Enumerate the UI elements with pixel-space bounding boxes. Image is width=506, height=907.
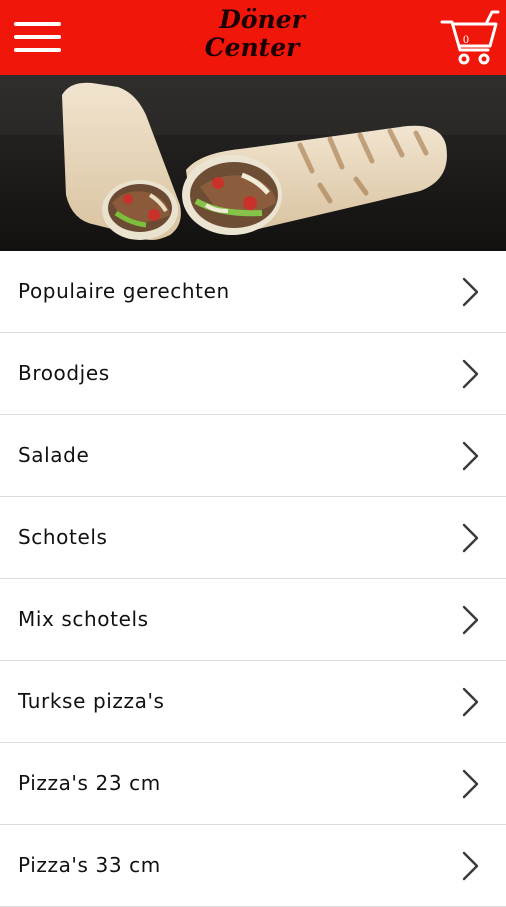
chevron-right-icon (462, 441, 479, 471)
category-label: Populaire gerechten (18, 279, 230, 303)
category-item-pizzas-23-cm[interactable]: Pizza's 23 cm (0, 743, 506, 825)
category-label: Turkse pizza's (18, 689, 165, 713)
category-item-turkse-pizzas[interactable]: Turkse pizza's (0, 661, 506, 743)
chevron-right-icon (462, 605, 479, 635)
category-label: Broodjes (18, 361, 110, 385)
top-bar: Döner Center 0 (0, 0, 506, 75)
cart-button[interactable]: 0 (440, 10, 500, 68)
chevron-right-icon (462, 359, 479, 389)
hamburger-menu-icon[interactable] (14, 22, 61, 52)
chevron-right-icon (462, 851, 479, 881)
category-item-salade[interactable]: Salade (0, 415, 506, 497)
category-item-schotels[interactable]: Schotels (0, 497, 506, 579)
logo[interactable]: Döner Center (205, 6, 305, 68)
chevron-right-icon (462, 769, 479, 799)
category-label: Schotels (18, 525, 108, 549)
category-label: Mix schotels (18, 607, 149, 631)
category-item-populaire-gerechten[interactable]: Populaire gerechten (0, 251, 506, 333)
category-item-broodjes[interactable]: Broodjes (0, 333, 506, 415)
cart-count-badge: 0 (463, 32, 469, 46)
category-item-pizzas-33-cm[interactable]: Pizza's 33 cm (0, 825, 506, 907)
category-label: Pizza's 33 cm (18, 853, 161, 877)
category-label: Pizza's 23 cm (18, 771, 161, 795)
logo-text-center: Center (204, 33, 300, 62)
chevron-right-icon (462, 687, 479, 717)
category-label: Salade (18, 443, 90, 467)
logo-text-doner: Döner (219, 5, 305, 34)
category-item-mix-schotels[interactable]: Mix schotels (0, 579, 506, 661)
chevron-right-icon (462, 277, 479, 307)
category-list: Populaire gerechten Broodjes Salade Scho… (0, 251, 506, 907)
hero-image-doner-wrap (0, 75, 506, 251)
chevron-right-icon (462, 523, 479, 553)
